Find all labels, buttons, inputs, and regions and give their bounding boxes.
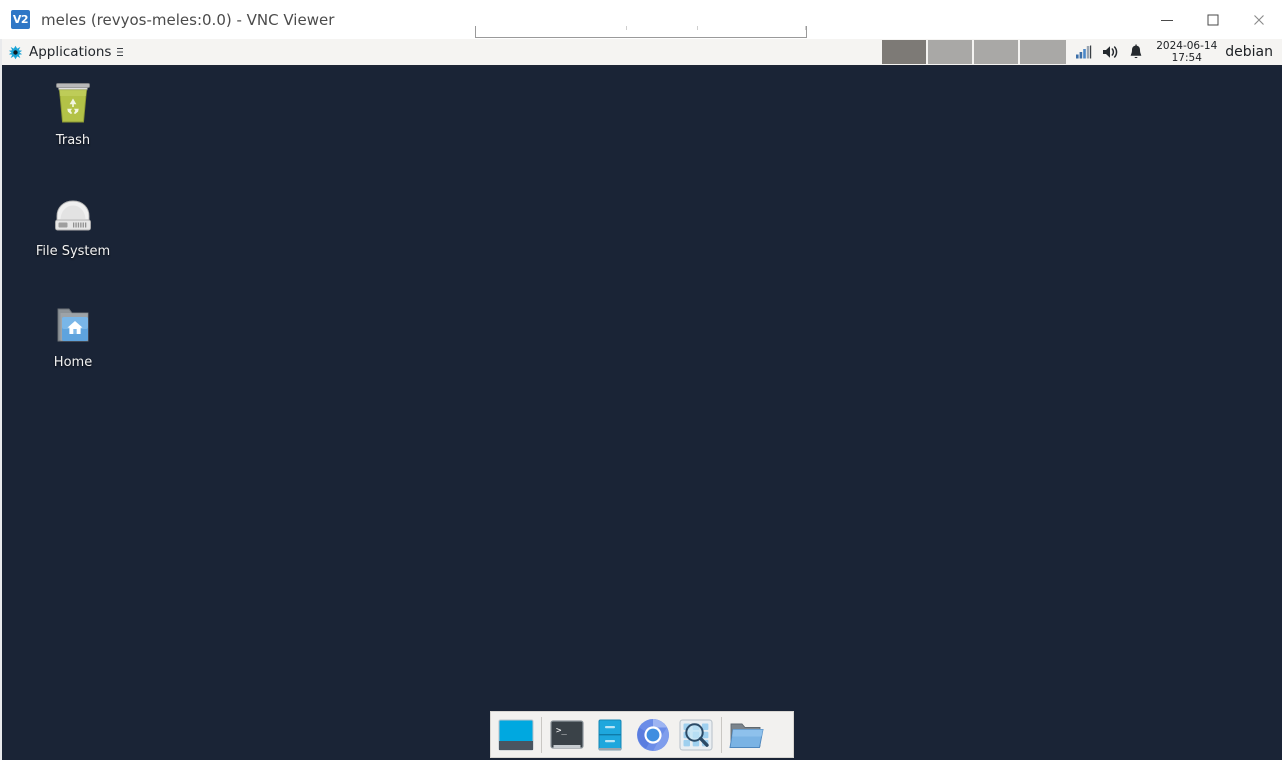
applications-menu-label: Applications (29, 44, 112, 60)
clock[interactable]: 2024-06-14 17:54 (1150, 40, 1225, 64)
harddisk-icon (27, 186, 119, 238)
minimize-button[interactable] (1144, 0, 1190, 39)
clock-date: 2024-06-14 (1156, 40, 1218, 52)
desktop-icon-home[interactable]: Home (27, 297, 119, 370)
dock-browser-button[interactable] (633, 715, 673, 755)
xfce-top-panel: Applications 2024-06-14 17:54 debian (2, 39, 1282, 67)
clock-time: 17:54 (1171, 52, 1202, 64)
dock-folder-button[interactable] (727, 715, 767, 755)
notifications-button[interactable] (1124, 39, 1148, 65)
folder-icon (729, 723, 764, 748)
home-folder-icon (27, 297, 119, 349)
vnc-viewer-window: V2 meles (revyos-meles:0.0) - VNC Viewer (0, 0, 1282, 760)
window-titlebar[interactable]: V2 meles (revyos-meles:0.0) - VNC Viewer (0, 0, 1282, 39)
window-title: meles (revyos-meles:0.0) - VNC Viewer (41, 10, 335, 29)
maximize-button[interactable] (1190, 0, 1236, 39)
minimize-icon (1161, 19, 1173, 21)
volume-button[interactable] (1098, 39, 1122, 65)
dock-separator-2 (721, 716, 722, 753)
system-tray (1072, 39, 1150, 66)
svg-text:>_: >_ (556, 726, 567, 736)
desktop-icon-file-system[interactable]: File System (27, 186, 119, 259)
show-desktop-icon (498, 719, 534, 750)
dock-show-desktop-button[interactable] (496, 715, 536, 755)
volume-speaker-icon (1102, 46, 1117, 58)
dock-app-finder-button[interactable] (676, 715, 716, 755)
xfce-mouse-icon (8, 45, 23, 59)
dock-file-manager-button[interactable] (590, 715, 630, 755)
workspace-3[interactable] (974, 40, 1021, 64)
chromium-icon (637, 718, 669, 751)
workspace-1[interactable] (882, 40, 929, 64)
dock-separator-1 (541, 716, 542, 753)
maximize-icon (1207, 14, 1219, 25)
desktop-icon-label: Home (53, 355, 93, 370)
terminal-icon: >_ (550, 719, 584, 749)
desktop-icon-label: Trash (55, 133, 91, 148)
applications-menu-button[interactable]: Applications (2, 39, 130, 66)
close-icon (1254, 14, 1264, 25)
close-button[interactable] (1236, 0, 1282, 39)
username-label[interactable]: debian (1225, 44, 1282, 60)
notification-bell-icon (1130, 43, 1142, 58)
network-signal-icon (1076, 45, 1092, 59)
titlebar-left: V2 meles (revyos-meles:0.0) - VNC Viewer (0, 0, 334, 39)
app-finder-icon (679, 719, 713, 750)
dock-terminal-button[interactable]: >_ (547, 715, 587, 755)
trash-icon (27, 75, 119, 127)
file-manager-icon (598, 719, 622, 750)
desktop-icon-trash[interactable]: Trash (27, 75, 119, 148)
workspace-2[interactable] (928, 40, 975, 64)
workspace-4[interactable] (1020, 40, 1067, 64)
desktop-icon-label: File System (35, 244, 111, 259)
workspace-switcher[interactable] (882, 40, 1067, 64)
vnc-viewer-app-icon: V2 (11, 10, 30, 29)
menu-lines-icon (116, 43, 124, 62)
vnc-toolbar-handle[interactable] (475, 26, 807, 38)
network-signal-button[interactable] (1072, 39, 1096, 65)
bottom-dock-panel: >_ (490, 711, 794, 758)
window-controls (1144, 0, 1282, 39)
remote-desktop-canvas[interactable]: Applications 2024-06-14 17:54 debian Tra… (0, 39, 1282, 760)
